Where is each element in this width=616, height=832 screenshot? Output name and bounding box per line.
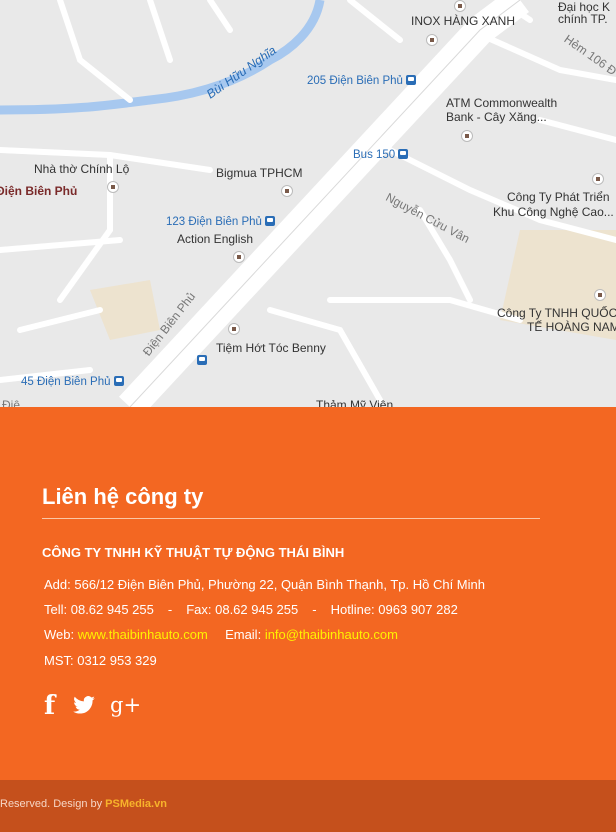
bus-icon	[405, 75, 416, 85]
map-label-phat-2: Khu Công Nghệ Cao...	[493, 205, 614, 219]
copyright: Reserved. Design by PSMedia.vn	[0, 797, 167, 811]
map-pin-benny[interactable]	[228, 323, 240, 335]
map-pin-top[interactable]	[454, 0, 466, 12]
map-label-atm-1: ATM Commonwealth	[446, 96, 558, 110]
website-link[interactable]: www.thaibinhauto.com	[78, 627, 208, 642]
separator: -	[167, 602, 173, 617]
fax-text: Fax: 08.62 945 255	[186, 602, 299, 617]
company-name: CÔNG TY TNHH KỸ THUẬT TỰ ĐỘNG THÁI BÌNH	[42, 545, 345, 560]
footer: Reserved. Design by PSMedia.vn	[0, 780, 616, 832]
map-label-tham: Thảm Mỹ Viện	[316, 398, 394, 407]
contact-title: Liên hệ công ty	[42, 484, 204, 509]
map-label-bigmua: Bigmua TPHCM	[216, 166, 303, 180]
bus-icon	[398, 149, 409, 159]
map-pin-bigmua[interactable]	[281, 185, 293, 197]
web-line: Web: www.thaibinhauto.com Email: info@th…	[44, 627, 398, 643]
divider	[42, 518, 540, 519]
separator: -	[312, 602, 317, 617]
map-embed[interactable]: Đại học K chính TP. INOX HÀNG XANH Hẻm 1…	[0, 0, 616, 407]
hotline-text: Hotline: 0963 907 282	[330, 602, 458, 617]
map-label-church: Nhà thờ Chính Lộ	[34, 162, 130, 176]
contact-section: Liên hệ công ty CÔNG TY TNHH KỸ THUẬT TỰ…	[0, 407, 616, 780]
map-pin-inox[interactable]	[426, 34, 438, 46]
bus-icon	[197, 355, 207, 365]
map-pin-church[interactable]	[107, 181, 119, 193]
copyright-text: Reserved. Design by	[0, 798, 103, 810]
map-pin-phat[interactable]	[592, 173, 604, 185]
map-pin-atm[interactable]	[461, 130, 473, 142]
address-line: Add: 566/12 Điện Biên Phủ, Phường 22, Qu…	[44, 577, 485, 592]
map-label-phat-1: Công Ty Phát Triển	[507, 190, 610, 204]
tax-code-line: MST: 0312 953 329	[44, 653, 157, 668]
google-plus-icon[interactable]: g+	[110, 694, 141, 716]
map-bus-stop-45[interactable]: 45 Điện Biên Phủ	[21, 375, 124, 389]
map-label-action: Action English	[177, 232, 254, 246]
twitter-icon[interactable]	[73, 696, 95, 719]
map-pin-action[interactable]	[233, 251, 245, 263]
map-label-atm-2: Bank - Cây Xăng...	[446, 110, 547, 124]
map-label-dbp-left: Điện Biên Phủ	[0, 184, 78, 198]
phone-line: Tell: 08.62 945 255- Fax: 08.62 945 255- H…	[44, 602, 458, 618]
map-label-benny: Tiệm Hớt Tóc Benny	[216, 341, 326, 355]
email-label: Email:	[225, 627, 262, 642]
designer-link[interactable]: PSMedia.vn	[105, 798, 167, 810]
tel-text: Tell: 08.62 945 255	[44, 602, 154, 617]
map-bus-stop-205[interactable]: 205 Điện Biên Phủ	[307, 74, 416, 88]
map-bus-icon-standalone[interactable]	[194, 354, 207, 368]
web-label: Web:	[44, 627, 75, 642]
map-bus-stop-123[interactable]: 123 Điện Biên Phủ	[166, 215, 275, 229]
map-label-quoc-1: Công Ty TNHH QUỐC	[497, 306, 616, 320]
map-label-university-2: chính TP.	[558, 12, 608, 26]
map-bus-150[interactable]: Bus 150	[353, 148, 409, 162]
bus-icon	[264, 216, 275, 226]
facebook-icon[interactable]: f	[44, 693, 55, 719]
bus-icon	[113, 376, 124, 386]
map-label-quoc-2: TẾ HOÀNG NAM	[527, 320, 616, 334]
map-road-die: Điệ	[2, 398, 21, 407]
email-link[interactable]: info@thaibinhauto.com	[265, 627, 398, 642]
map-label-inox: INOX HÀNG XANH	[411, 14, 516, 28]
map-pin-quoc[interactable]	[594, 289, 606, 301]
